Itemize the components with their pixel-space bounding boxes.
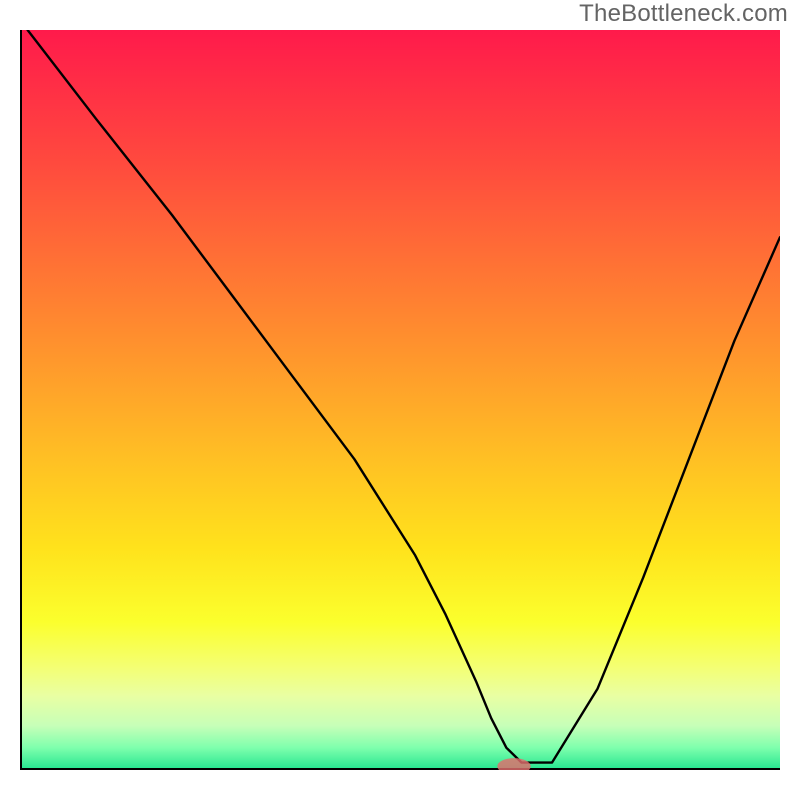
watermark-label: TheBottleneck.com <box>579 0 788 28</box>
plot-svg <box>20 30 780 770</box>
gradient-rect <box>20 30 780 770</box>
plot-area <box>20 30 780 770</box>
chart-frame: TheBottleneck.com <box>0 0 800 800</box>
